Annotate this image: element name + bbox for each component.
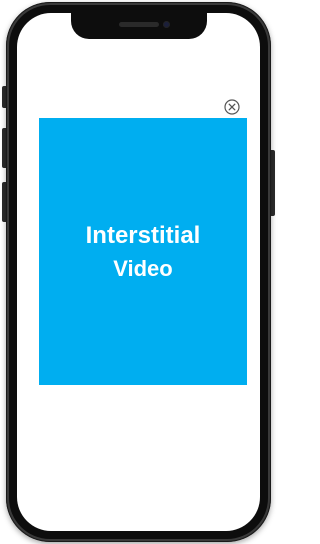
phone-bezel: Interstitial Video: [9, 5, 268, 539]
close-ad-button[interactable]: [224, 99, 240, 115]
earpiece-speaker: [118, 22, 159, 27]
front-camera-icon: [162, 21, 170, 28]
close-circle-icon: [224, 99, 240, 115]
interstitial-video-ad[interactable]: Interstitial Video: [39, 118, 247, 385]
phone-screen: Interstitial Video: [17, 13, 260, 531]
notch: [70, 13, 207, 39]
phone-frame: Interstitial Video: [6, 2, 271, 542]
phone-mockup-stage: Interstitial Video: [0, 0, 277, 544]
ad-title-line1: Interstitial: [85, 221, 201, 249]
ad-title-line2: Video: [113, 255, 173, 281]
